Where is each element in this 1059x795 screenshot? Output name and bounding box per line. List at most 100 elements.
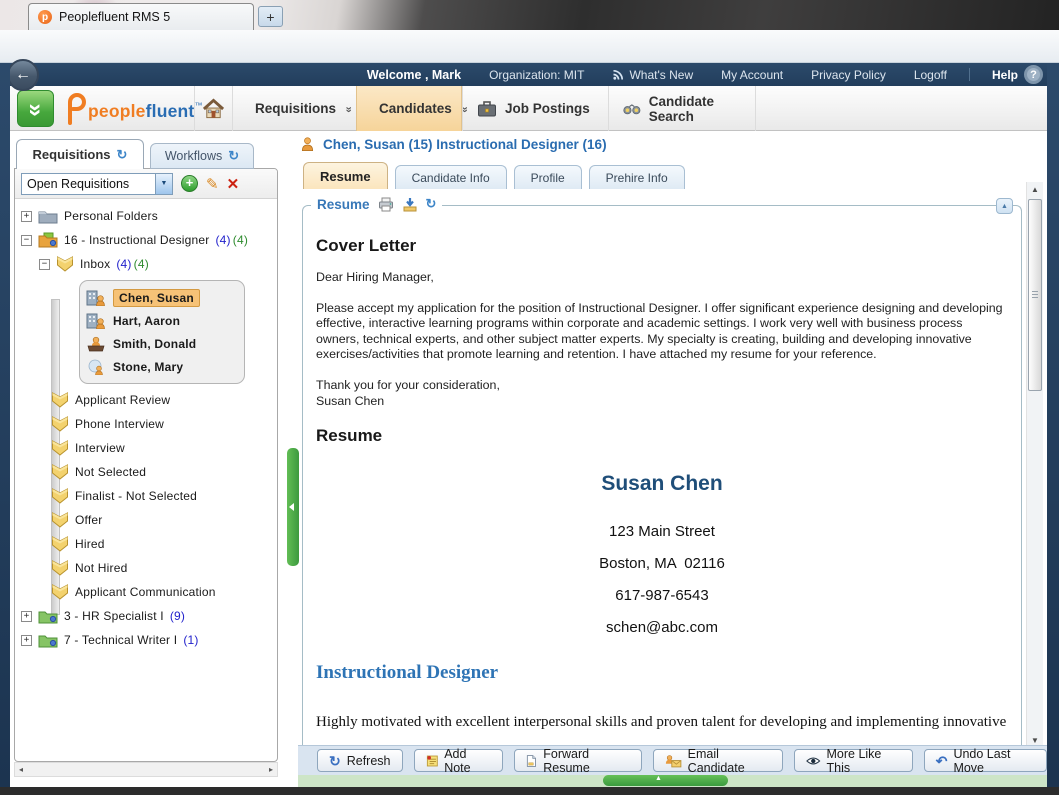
refresh-button[interactable]: ↻ Refresh xyxy=(317,749,403,772)
help-question-icon[interactable]: ? xyxy=(1024,65,1043,84)
candidate-name[interactable]: Smith, Donald xyxy=(113,337,196,351)
workflow-step[interactable]: Applicant Communication xyxy=(15,580,277,604)
candidate-row[interactable]: Smith, Donald xyxy=(86,332,238,355)
sidebar-panel: Open Requisitions ▼ + ✎ ✕ + Personal Fol… xyxy=(14,168,278,762)
download-icon[interactable] xyxy=(402,197,418,212)
email-candidate-button[interactable]: Email Candidate xyxy=(653,749,783,772)
resume-panel-title: Resume xyxy=(317,197,370,212)
tree-item-inbox[interactable]: − Inbox (4)(4) xyxy=(15,252,277,276)
resume-document: Susan Chen 123 Main Street Boston, MA 02… xyxy=(316,472,1008,636)
requisition-tree: + Personal Folders − 16 - Instructional … xyxy=(15,199,277,652)
content-vertical-scrollbar[interactable]: ▲ ▼ xyxy=(1026,182,1043,748)
scroll-right-icon[interactable]: ▸ xyxy=(269,765,273,774)
candidate-name-selected[interactable]: Chen, Susan xyxy=(113,289,200,307)
expand-icon[interactable]: + xyxy=(21,211,32,222)
back-button[interactable]: ← xyxy=(7,59,39,91)
edit-icon[interactable]: ✎ xyxy=(206,175,219,193)
new-tab-button[interactable]: + xyxy=(258,6,283,27)
expand-icon[interactable]: + xyxy=(21,635,32,646)
tree-label: Inbox xyxy=(80,257,110,271)
tree-item-req-7[interactable]: + 7 - Technical Writer I (1) xyxy=(15,628,277,652)
company-person-icon xyxy=(86,313,106,329)
folder-green-icon xyxy=(38,608,58,624)
tree-item-req-16[interactable]: − 16 - Instructional Designer (4)(4) xyxy=(15,228,277,252)
workflow-step[interactable]: Finalist - Not Selected xyxy=(15,484,277,508)
undo-last-move-button[interactable]: ↶ Undo Last Move xyxy=(924,749,1047,772)
tab-profile[interactable]: Profile xyxy=(514,165,582,189)
peoplefluent-mark-icon xyxy=(64,93,86,125)
up-arrow-icon: ▲ xyxy=(655,775,662,782)
tree-item-req-3[interactable]: + 3 - HR Specialist I (9) xyxy=(15,604,277,628)
workflow-step[interactable]: Not Selected xyxy=(15,460,277,484)
sidebar-tab-requisitions[interactable]: Requisitions ↻ xyxy=(16,139,144,169)
tab-candidate-info[interactable]: Candidate Info xyxy=(395,165,507,189)
logoff-link[interactable]: Logoff xyxy=(914,68,947,82)
workflow-step-label: Hired xyxy=(75,537,105,551)
more-like-this-button[interactable]: More Like This xyxy=(794,749,913,772)
candidate-header: Chen, Susan (15) Instructional Designer … xyxy=(300,136,607,152)
nav-candidate-search[interactable]: Candidate Search xyxy=(608,86,756,131)
quick-launch-button[interactable]: » xyxy=(17,90,54,127)
resume-panel-legend: Resume ↻ xyxy=(311,196,442,212)
sidebar-horizontal-scrollbar[interactable]: ◂ ▸ xyxy=(14,762,278,777)
filter-selected-value: Open Requisitions xyxy=(27,177,129,191)
whats-new-link[interactable]: What's New xyxy=(612,68,693,82)
sidebar-tab-requisitions-label: Requisitions xyxy=(33,147,111,162)
count-green: (4) xyxy=(134,257,149,271)
candidate-name[interactable]: Stone, Mary xyxy=(113,360,183,374)
nav-job-postings[interactable]: Job Postings xyxy=(462,86,608,131)
expand-icon[interactable]: + xyxy=(21,611,32,622)
panel-collapse-button[interactable]: ▲ xyxy=(996,198,1013,214)
nav-requisitions[interactable]: Requisitions » xyxy=(232,86,356,131)
workflow-step-label: Finalist - Not Selected xyxy=(75,489,197,503)
refresh-icon[interactable]: ↻ xyxy=(117,147,128,163)
forward-resume-button[interactable]: Forward Resume xyxy=(514,749,642,772)
count-blue: (1) xyxy=(183,633,198,647)
add-button[interactable]: + xyxy=(181,175,198,192)
tree-item-personal-folders[interactable]: + Personal Folders xyxy=(15,204,277,228)
workflow-step[interactable]: Interview xyxy=(15,436,277,460)
candidate-name[interactable]: Hart, Aaron xyxy=(113,314,180,328)
workflow-step-label: Offer xyxy=(75,513,102,527)
delete-icon[interactable]: ✕ xyxy=(227,175,240,193)
nav-candidates[interactable]: Candidates » xyxy=(356,86,462,131)
requisition-filter-select[interactable]: Open Requisitions ▼ xyxy=(21,173,173,195)
home-icon xyxy=(202,98,225,120)
person-icon xyxy=(300,136,315,152)
sidebar-tab-workflows[interactable]: Workflows ↻ xyxy=(150,143,254,169)
help-link[interactable]: Help ? xyxy=(992,65,1043,84)
workflow-step[interactable]: Not Hired xyxy=(15,556,277,580)
refresh-icon[interactable]: ↻ xyxy=(228,148,239,164)
workflow-step[interactable]: Offer xyxy=(15,508,277,532)
my-account-link[interactable]: My Account xyxy=(721,68,783,82)
candidate-row[interactable]: Chen, Susan xyxy=(86,286,238,309)
browser-tab-strip: p Peoplefluent RMS 5 + xyxy=(0,0,1059,30)
privacy-policy-link[interactable]: Privacy Policy xyxy=(811,68,886,82)
refresh-icon[interactable]: ↻ xyxy=(426,196,437,212)
scrollbar-thumb[interactable] xyxy=(1028,199,1042,391)
add-note-button[interactable]: Add Note xyxy=(414,749,504,772)
collapse-icon[interactable]: − xyxy=(21,235,32,246)
tab-prehire-info[interactable]: Prehire Info xyxy=(589,165,685,189)
select-arrow-icon[interactable]: ▼ xyxy=(155,174,172,194)
workflow-step[interactable]: Applicant Review xyxy=(15,388,277,412)
collapse-icon[interactable]: − xyxy=(39,259,50,270)
sidebar-collapse-handle[interactable] xyxy=(287,448,299,566)
scroll-left-icon[interactable]: ◂ xyxy=(19,765,23,774)
bottom-collapse-handle[interactable]: ▲ xyxy=(603,775,728,786)
print-icon[interactable] xyxy=(378,197,394,212)
browser-tab[interactable]: p Peoplefluent RMS 5 xyxy=(28,3,254,30)
candidate-row[interactable]: Stone, Mary xyxy=(86,355,238,378)
resume-heading: Resume xyxy=(316,426,1008,446)
nav-home-button[interactable] xyxy=(194,86,232,131)
double-down-arrow-icon: » xyxy=(23,103,47,114)
folder-green-icon xyxy=(38,632,58,648)
tab-resume[interactable]: Resume xyxy=(303,162,388,189)
scroll-up-icon[interactable]: ▲ xyxy=(1027,185,1043,194)
window-bottom-edge xyxy=(0,787,1059,795)
scroll-down-icon[interactable]: ▼ xyxy=(1027,736,1043,745)
candidate-row[interactable]: Hart, Aaron xyxy=(86,309,238,332)
briefcase-icon xyxy=(477,101,497,117)
workflow-step[interactable]: Hired xyxy=(15,532,277,556)
workflow-step[interactable]: Phone Interview xyxy=(15,412,277,436)
